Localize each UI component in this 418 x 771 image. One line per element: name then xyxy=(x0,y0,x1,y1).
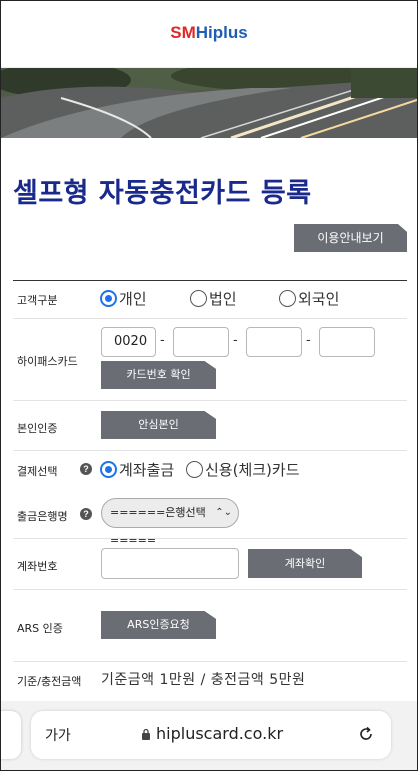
charge-value: 기준금액 1만원 / 충전금액 5만원 xyxy=(101,672,306,688)
identity-button[interactable]: 안심본인 xyxy=(101,411,216,439)
radio-foreigner[interactable]: 외국인 xyxy=(279,288,339,309)
card-number-field-3[interactable] xyxy=(246,327,302,357)
radio-label: 신용(체크)카드 xyxy=(205,461,300,479)
url-text: hipluscard.co.kr xyxy=(156,724,284,743)
separator: - xyxy=(233,333,238,348)
radio-credit-card[interactable]: 신용(체크)카드 xyxy=(186,459,300,480)
page-title: 셀프형 자동충전카드 등록 xyxy=(13,178,312,209)
header: SMHiplus xyxy=(1,1,417,68)
charge-label: 기준/충전금액 xyxy=(17,675,82,688)
hipass-card-label: 하이패스카드 xyxy=(17,355,78,368)
logo[interactable]: SMHiplus xyxy=(1,23,417,43)
account-number-field[interactable] xyxy=(101,548,239,579)
customer-type-label: 고객구분 xyxy=(17,294,58,307)
identity-label: 본인인증 xyxy=(17,422,58,435)
browser-toolbar: 가가 hipluscard.co.kr xyxy=(1,701,417,770)
logo-hiplus: Hiplus xyxy=(195,23,248,42)
radio-label: 외국인 xyxy=(298,290,340,308)
radio-label: 법인 xyxy=(209,290,237,308)
divider xyxy=(13,280,407,281)
radio-label: 계좌출금 xyxy=(119,461,175,479)
card-number-field-2[interactable] xyxy=(173,327,229,357)
radio-individual[interactable]: 개인 xyxy=(100,288,147,309)
radio-circle xyxy=(279,290,296,307)
bank-select[interactable]: ======은행선택===== ⌃⌄ xyxy=(101,498,239,547)
payment-label: 결제선택 xyxy=(17,465,58,478)
row-divider xyxy=(13,450,407,451)
text-size-button[interactable]: 가가 xyxy=(45,725,71,745)
radio-circle xyxy=(190,290,207,307)
radio-circle xyxy=(186,461,203,478)
logo-sm: SM xyxy=(170,23,196,42)
bank-select-value: ======은행선택===== xyxy=(110,506,206,547)
address-bar[interactable]: 가가 hipluscard.co.kr xyxy=(31,711,391,759)
row-divider xyxy=(13,318,407,319)
radio-corporate[interactable]: 법인 xyxy=(190,288,237,309)
radio-account-debit[interactable]: 계좌출금 xyxy=(100,459,174,480)
lock-icon xyxy=(142,728,150,740)
previous-tab[interactable] xyxy=(1,711,21,759)
help-icon[interactable]: ? xyxy=(80,508,92,520)
highway-banner xyxy=(1,68,417,138)
guide-button[interactable]: 이용안내보기 xyxy=(294,224,407,252)
ars-label: ARS 인증 xyxy=(17,622,63,635)
card-number-field-1[interactable]: 0020 xyxy=(101,327,156,357)
row-divider xyxy=(13,661,407,662)
radio-circle-selected xyxy=(100,461,117,478)
row-divider xyxy=(13,538,407,539)
account-confirm-button[interactable]: 계좌확인 xyxy=(248,549,362,578)
radio-label: 개인 xyxy=(119,290,147,308)
card-confirm-button[interactable]: 카드번호 확인 xyxy=(101,361,216,389)
row-divider xyxy=(13,589,407,590)
row-divider xyxy=(13,400,407,401)
chevron-updown-icon: ⌃⌄ xyxy=(215,507,232,518)
card-number-field-4[interactable] xyxy=(319,327,375,357)
reload-icon[interactable] xyxy=(357,725,375,743)
help-icon[interactable]: ? xyxy=(80,463,92,475)
bank-label: 출금은행명 xyxy=(17,510,68,523)
ars-request-button[interactable]: ARS인증요청 xyxy=(101,611,216,639)
radio-circle-selected xyxy=(100,290,117,307)
separator: - xyxy=(160,333,165,348)
separator: - xyxy=(306,333,311,348)
account-label: 계좌번호 xyxy=(17,560,58,573)
app-frame: SMHiplus 셀프형 자동충전카드 등록 이용안내보기 고객구분 개인 법인… xyxy=(0,0,418,771)
